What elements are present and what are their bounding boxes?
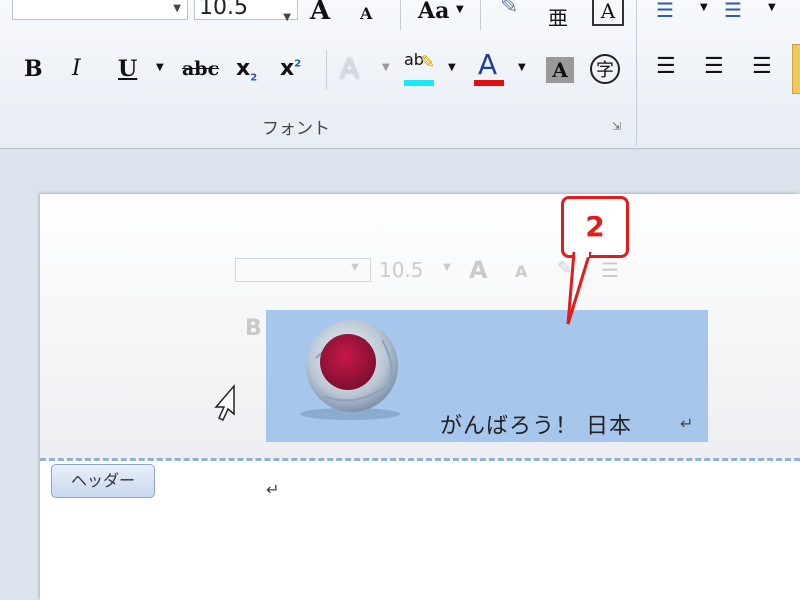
chevron-down-icon[interactable]: ▼ <box>448 62 456 73</box>
change-case-button[interactable]: Aa <box>418 0 449 24</box>
bold-button[interactable]: B <box>24 56 43 82</box>
chevron-down-icon[interactable]: ▼ <box>283 3 291 33</box>
ribbon: ▼ 10.5 ▼ A A Aa ▼ ✎ 亜 A B I U ▼ abc x2 x… <box>0 0 800 149</box>
shrink-font-icon[interactable]: A <box>515 262 527 281</box>
highlighter-pen-icon: ✎ <box>420 52 436 73</box>
separator <box>326 50 327 90</box>
chevron-down-icon[interactable]: ▼ <box>173 3 181 14</box>
underline-button[interactable]: U <box>118 56 137 82</box>
chevron-down-icon[interactable]: ▼ <box>456 4 464 15</box>
chevron-down-icon[interactable]: ▼ <box>768 2 776 13</box>
separator <box>480 0 481 30</box>
phonetic-guide-button[interactable]: 亜 <box>548 2 568 31</box>
superscript-button[interactable]: x2 <box>280 56 301 81</box>
grow-font-icon[interactable]: A <box>469 256 488 284</box>
font-size-value: 10.5 <box>199 0 248 20</box>
numbering-icon[interactable]: ☰ <box>724 0 742 22</box>
paragraph-mark: ↵ <box>266 480 280 499</box>
header-text[interactable]: がんばろう！ 日本 <box>440 408 632 440</box>
bullets-icon[interactable]: ☰ <box>656 0 674 22</box>
chevron-down-icon[interactable]: ▼ <box>443 262 451 273</box>
mini-font-size[interactable]: 10.5 <box>379 258 424 282</box>
indent-icon[interactable]: ☰ <box>601 258 619 282</box>
align-left-icon[interactable]: ☰ <box>656 54 676 79</box>
shrink-font-button[interactable]: A <box>360 4 372 23</box>
chevron-down-icon[interactable]: ▼ <box>382 62 390 73</box>
font-color-bar <box>474 80 504 86</box>
align-center-icon[interactable]: ☰ <box>704 54 724 79</box>
font-size-combobox[interactable]: 10.5 ▼ <box>194 0 298 23</box>
align-right-icon[interactable]: ☰ <box>752 54 772 79</box>
group-separator <box>636 0 637 146</box>
chevron-down-icon[interactable]: ▼ <box>351 262 359 273</box>
character-border-button[interactable]: A <box>592 0 624 26</box>
subscript-button[interactable]: x2 <box>236 56 257 83</box>
paragraph-mark: ↵ <box>680 414 694 433</box>
text-effects-button[interactable]: A <box>340 52 359 85</box>
dialog-launcher-icon[interactable]: ⇲ <box>612 120 621 133</box>
superscript-mark: 2 <box>294 58 302 70</box>
mini-bold-button[interactable]: B <box>245 316 262 341</box>
chevron-down-icon[interactable]: ▼ <box>156 62 164 73</box>
chevron-down-icon[interactable]: ▼ <box>518 62 526 73</box>
font-color-button[interactable]: A <box>478 48 497 81</box>
highlight-color-bar <box>404 80 434 86</box>
font-group-label: フォント <box>262 119 330 139</box>
justify-button[interactable] <box>792 44 800 94</box>
step-callout: 2 <box>561 196 629 258</box>
chevron-down-icon[interactable]: ▼ <box>700 2 708 13</box>
superscript-base: x <box>280 56 295 81</box>
strikethrough-button[interactable]: abc <box>182 58 219 80</box>
clear-format-icon[interactable]: ✎ <box>500 0 518 19</box>
enclose-characters-button[interactable]: 字 <box>590 54 620 84</box>
header-boundary-line <box>40 458 800 461</box>
font-name-combobox[interactable]: ▼ <box>12 0 188 20</box>
character-shading-button[interactable]: A <box>546 57 574 83</box>
italic-button[interactable]: I <box>72 56 81 81</box>
subscript-base: x <box>236 56 251 81</box>
separator <box>400 0 401 30</box>
callout-pointer <box>566 252 592 325</box>
header-label-tab: ヘッダー <box>51 464 155 498</box>
mouse-pointer-icon <box>214 383 235 422</box>
grow-font-button[interactable]: A <box>310 0 330 26</box>
soccer-ball-image[interactable] <box>296 318 408 422</box>
subscript-mark: 2 <box>250 72 258 84</box>
